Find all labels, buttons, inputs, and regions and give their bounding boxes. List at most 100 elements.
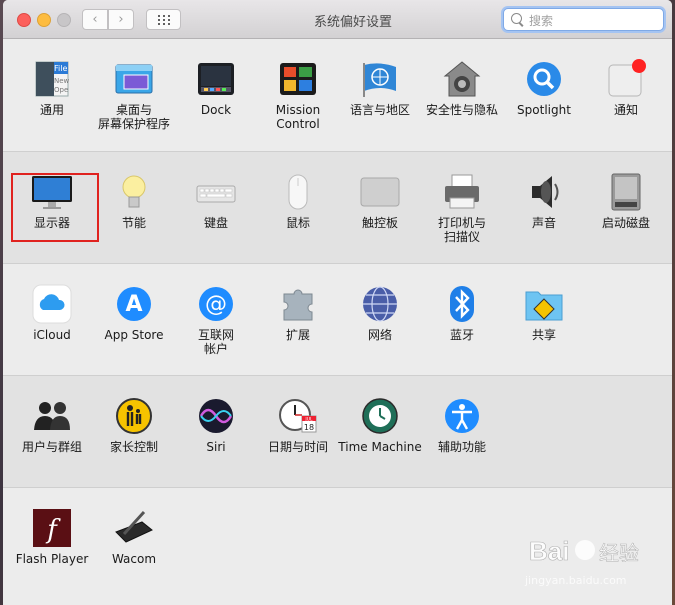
- pref-pane-label: 键盘: [203, 216, 228, 230]
- pref-pane-label: 桌面与 屏幕保护程序: [97, 103, 170, 131]
- pref-pane-general[interactable]: File New Ope 通用: [11, 51, 93, 151]
- language-flag-icon: [360, 59, 400, 99]
- pref-pane-accessibility[interactable]: 辅助功能: [421, 388, 503, 488]
- pref-pane-label: 通知: [613, 103, 638, 117]
- pref-pane-wacom[interactable]: Wacom: [93, 500, 175, 600]
- pref-pane-label: 打印机与 扫描仪: [437, 216, 486, 244]
- pref-pane-desktop[interactable]: 桌面与 屏幕保护程序: [93, 51, 175, 151]
- close-button[interactable]: [17, 13, 31, 27]
- pref-pane-icloud[interactable]: iCloud: [11, 276, 93, 376]
- pref-pane-label: iCloud: [33, 328, 71, 342]
- pref-pane-mission[interactable]: Mission Control: [257, 51, 339, 151]
- pref-pane-appstore[interactable]: A App Store: [93, 276, 175, 376]
- security-house-icon: [442, 59, 482, 99]
- users-icon: [32, 396, 72, 436]
- network-globe-icon: [360, 284, 400, 324]
- bluetooth-icon: [442, 284, 482, 324]
- flash-icon: f: [32, 508, 72, 548]
- baidu-watermark: Bai 经验 jingyan.baidu.com: [523, 528, 672, 598]
- pref-pane-network[interactable]: 网络: [339, 276, 421, 376]
- pref-pane-label: 共享: [531, 328, 556, 342]
- pref-pane-label: 启动磁盘: [601, 216, 650, 230]
- pref-pane-parental[interactable]: 家长控制: [93, 388, 175, 488]
- pref-pane-bluetooth[interactable]: 蓝牙: [421, 276, 503, 376]
- dock-icon: [196, 59, 236, 99]
- icloud-icon: [32, 284, 72, 324]
- show-all-grid-button[interactable]: [146, 9, 181, 30]
- general-icon: File New Ope: [32, 59, 72, 99]
- pref-pane-label: Siri: [206, 440, 226, 454]
- minimize-button[interactable]: [37, 13, 51, 27]
- pref-pane-label: Dock: [200, 103, 232, 117]
- pref-pane-label: 扩展: [285, 328, 310, 342]
- pref-pane-label: 互联网 帐户: [197, 328, 234, 356]
- pref-pane-dock[interactable]: Dock: [175, 51, 257, 151]
- pref-pane-energy[interactable]: 节能: [93, 164, 175, 264]
- back-button[interactable]: ‹: [82, 9, 108, 30]
- trackpad-icon: [360, 172, 400, 212]
- window-title: 系统偏好设置: [313, 15, 392, 30]
- desktop-icon: [114, 59, 154, 99]
- svg-text:JUL: JUL: [304, 417, 313, 423]
- pref-pane-mouse[interactable]: 鼠标: [257, 164, 339, 264]
- pref-pane-label: 触控板: [361, 216, 398, 230]
- svg-text:A: A: [125, 292, 142, 317]
- pref-pane-label: Time Machine: [338, 440, 422, 454]
- pref-pane-label: Flash Player: [15, 552, 89, 566]
- pref-pane-security[interactable]: 安全性与隐私: [421, 51, 503, 151]
- siri-icon: [196, 396, 236, 436]
- clock-calendar-icon: JUL 18: [278, 396, 318, 436]
- sharing-folder-icon: [524, 284, 564, 324]
- pref-pane-label: 辅助功能: [437, 440, 486, 454]
- pref-pane-label: App Store: [104, 328, 164, 342]
- pref-pane-siri[interactable]: Siri: [175, 388, 257, 488]
- pref-pane-label: 用户与群组: [21, 440, 82, 454]
- svg-text:@: @: [205, 292, 227, 317]
- pref-pane-label: Spotlight: [517, 103, 571, 117]
- title-bar: ‹ › 系统偏好设置 搜索: [3, 0, 672, 39]
- pref-pane-flash[interactable]: f Flash Player: [11, 500, 93, 600]
- pref-pane-spotlight[interactable]: Spotlight: [503, 51, 585, 151]
- pref-pane-notifications[interactable]: 通知: [585, 51, 667, 151]
- accessibility-icon: [442, 396, 482, 436]
- watermark-url: jingyan.baidu.com: [524, 574, 627, 587]
- selection-highlight: [11, 173, 99, 242]
- pref-pane-label: Wacom: [111, 552, 157, 566]
- system-preferences-window: ‹ › 系统偏好设置 搜索 File New Ope 通用 桌面与 屏幕保护程序 Dock…: [3, 0, 672, 605]
- search-input[interactable]: 搜索: [503, 8, 664, 31]
- pref-pane-label: 声音: [531, 216, 556, 230]
- pref-pane-users[interactable]: 用户与群组: [11, 388, 93, 488]
- mouse-icon: [278, 172, 318, 212]
- svg-text:New: New: [54, 77, 70, 85]
- pref-pane-trackpad[interactable]: 触控板: [339, 164, 421, 264]
- zoom-button[interactable]: [57, 13, 71, 27]
- lightbulb-icon: [114, 172, 154, 212]
- app-store-icon: A: [114, 284, 154, 324]
- search-icon: [511, 13, 522, 24]
- parental-controls-icon: [114, 396, 154, 436]
- pref-pane-label: 家长控制: [109, 440, 158, 454]
- pref-pane-sharing[interactable]: 共享: [503, 276, 585, 376]
- pref-pane-keyboard[interactable]: 键盘: [175, 164, 257, 264]
- pref-pane-label: 节能: [121, 216, 146, 230]
- disk-icon: [606, 172, 646, 212]
- pref-pane-internet[interactable]: @ 互联网 帐户: [175, 276, 257, 376]
- svg-text:18: 18: [304, 423, 314, 432]
- pref-pane-language[interactable]: 语言与地区: [339, 51, 421, 151]
- pref-pane-label: 通用: [39, 103, 64, 117]
- pref-pane-label: 鼠标: [285, 216, 310, 230]
- spotlight-icon: [524, 59, 564, 99]
- forward-button[interactable]: ›: [108, 9, 134, 30]
- pref-pane-label: 安全性与隐私: [425, 103, 498, 117]
- pref-pane-label: 网络: [367, 328, 392, 342]
- notifications-icon: [606, 59, 646, 99]
- pref-pane-sound[interactable]: 声音: [503, 164, 585, 264]
- svg-text:Ope: Ope: [54, 86, 68, 94]
- pref-pane-extensions[interactable]: 扩展: [257, 276, 339, 376]
- pref-pane-timemachine[interactable]: Time Machine: [338, 388, 422, 488]
- pref-pane-startup[interactable]: 启动磁盘: [585, 164, 667, 264]
- pref-pane-printers[interactable]: 打印机与 扫描仪: [421, 164, 503, 264]
- pref-pane-datetime[interactable]: JUL 18 日期与时间: [257, 388, 339, 488]
- mission-control-icon: [278, 59, 318, 99]
- watermark-brand: Bai: [529, 536, 569, 566]
